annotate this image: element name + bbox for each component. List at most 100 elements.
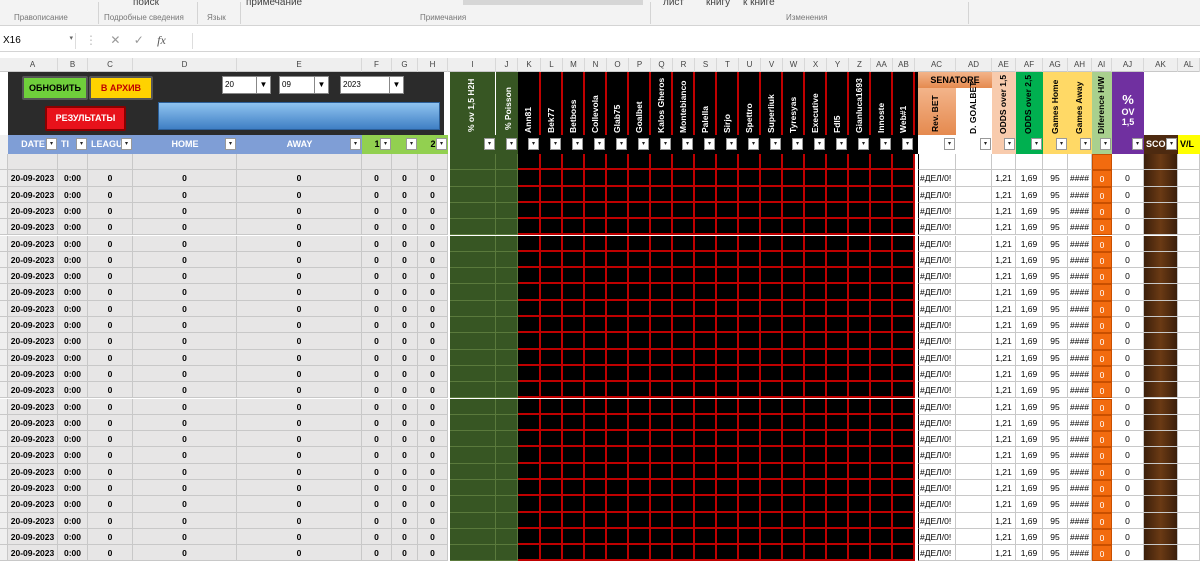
filter-dropdown-icon[interactable]: ▾ (46, 138, 57, 150)
cell-date[interactable] (8, 154, 58, 171)
cell-tipster[interactable] (717, 414, 739, 432)
results-button[interactable]: РЕЗУЛЬТАТЫ (45, 106, 126, 131)
cell-tipster[interactable] (695, 268, 717, 285)
cell-d-goalbet[interactable] (956, 154, 992, 171)
cell-tipster[interactable] (541, 170, 563, 187)
cell-rev-bet[interactable]: #ДЕЛ/0! (918, 202, 956, 220)
cell-games-home[interactable]: 95 (1043, 202, 1068, 220)
chevron-down-icon[interactable]: ▾ (69, 34, 73, 42)
cell-score[interactable] (1144, 251, 1178, 269)
cell-odds25[interactable]: 1,69 (1016, 480, 1043, 497)
cell-pct-ov[interactable]: 0 (1112, 414, 1144, 432)
cell-d-goalbet[interactable] (956, 382, 992, 399)
cell-time[interactable]: 0:00 (58, 545, 88, 562)
cell-tipster[interactable] (871, 186, 893, 203)
cell-poisson[interactable] (496, 251, 518, 269)
cell-games-home[interactable]: 95 (1043, 496, 1068, 513)
cell-tipster[interactable] (893, 186, 915, 203)
cell-away[interactable]: 0 (237, 202, 362, 220)
cell-time[interactable]: 0:00 (58, 414, 88, 432)
cell-away[interactable]: 0 (237, 333, 362, 350)
cell-tipster[interactable] (739, 496, 761, 513)
cell-f[interactable]: 0 (362, 268, 392, 285)
cell-tipster[interactable] (717, 382, 739, 399)
cell-tipster[interactable] (849, 170, 871, 187)
cell-vl[interactable] (1178, 317, 1200, 334)
cell-games-home[interactable]: 95 (1043, 431, 1068, 448)
cell-tipster[interactable] (893, 333, 915, 350)
cell-tipster[interactable] (739, 300, 761, 317)
cell-games-away[interactable]: #### (1068, 512, 1092, 529)
cell-vl[interactable] (1178, 365, 1200, 383)
cell-tipster[interactable] (893, 154, 915, 171)
cell-tipster[interactable] (651, 463, 673, 480)
cell-tipster[interactable] (893, 349, 915, 366)
cell-tipster[interactable] (607, 317, 629, 334)
cell-odds15[interactable]: 1,21 (992, 202, 1016, 220)
cell-tipster[interactable] (871, 317, 893, 334)
row-number[interactable] (0, 317, 8, 334)
cell-odds15[interactable]: 1,21 (992, 398, 1016, 415)
cell-tipster[interactable] (849, 431, 871, 448)
cell-time[interactable]: 0:00 (58, 447, 88, 464)
cell-tipster[interactable] (805, 480, 827, 497)
cell-league[interactable]: 0 (88, 463, 133, 480)
column-letter[interactable]: T (717, 58, 739, 72)
cell-tipster[interactable] (563, 398, 585, 415)
cell-tipster[interactable] (871, 300, 893, 317)
cell-tipster[interactable] (607, 365, 629, 383)
row-number[interactable] (0, 431, 8, 448)
filter-dropdown-icon[interactable]: ▾ (1056, 138, 1067, 150)
cell-league[interactable]: 0 (88, 349, 133, 366)
cell-tipster[interactable] (607, 300, 629, 317)
cell-tipster[interactable] (629, 300, 651, 317)
cell-tipster[interactable] (518, 235, 541, 252)
cell-vl[interactable] (1178, 414, 1200, 432)
cell-tipster[interactable] (541, 349, 563, 366)
cell-f[interactable]: 0 (362, 431, 392, 448)
cell-tipster[interactable] (827, 317, 849, 334)
cell-tipster[interactable] (541, 317, 563, 334)
cell-tipster[interactable] (761, 447, 783, 464)
cell-tipster[interactable] (761, 300, 783, 317)
cell-g[interactable]: 0 (392, 447, 418, 464)
cell-h[interactable]: 0 (418, 219, 448, 236)
cell-rev-bet[interactable]: #ДЕЛ/0! (918, 235, 956, 252)
cell-vl[interactable] (1178, 431, 1200, 448)
cell-games-home[interactable]: 95 (1043, 300, 1068, 317)
cell-tipster[interactable] (871, 414, 893, 432)
cell-tipster[interactable] (871, 268, 893, 285)
column-letter[interactable]: H (418, 58, 448, 72)
cell-odds15[interactable]: 1,21 (992, 170, 1016, 187)
cell-rev-bet[interactable]: #ДЕЛ/0! (918, 398, 956, 415)
cell-tipster[interactable] (629, 528, 651, 546)
cell-tipster[interactable] (783, 284, 805, 301)
cell-tipster[interactable] (629, 365, 651, 383)
cell-tipster[interactable] (673, 431, 695, 448)
cell-tipster[interactable] (739, 382, 761, 399)
row-number[interactable] (0, 300, 8, 317)
cell-d-goalbet[interactable] (956, 268, 992, 285)
cell-tipster[interactable] (518, 447, 541, 464)
cell-d-goalbet[interactable] (956, 496, 992, 513)
cell-diff-hw[interactable]: 0 (1092, 251, 1112, 269)
cell-tipster[interactable] (761, 528, 783, 546)
cell-score[interactable] (1144, 431, 1178, 448)
filter-dropdown-icon[interactable]: ▾ (638, 138, 649, 150)
cell-home[interactable]: 0 (133, 528, 237, 546)
cell-tipster[interactable] (585, 202, 607, 220)
cell-home[interactable]: 0 (133, 447, 237, 464)
cell-tipster[interactable] (518, 528, 541, 546)
cell-tipster[interactable] (585, 268, 607, 285)
cell-tipster[interactable] (783, 431, 805, 448)
cell-games-home[interactable]: 95 (1043, 219, 1068, 236)
cell-poisson[interactable] (496, 268, 518, 285)
cell-tipster[interactable] (805, 170, 827, 187)
cell-tipster[interactable] (739, 170, 761, 187)
cell-tipster[interactable] (629, 382, 651, 399)
cell-tipster[interactable] (805, 268, 827, 285)
cell-odds25[interactable]: 1,69 (1016, 496, 1043, 513)
cell-diff-hw[interactable]: 0 (1092, 300, 1112, 317)
cell-tipster[interactable] (695, 447, 717, 464)
cell-away[interactable]: 0 (237, 284, 362, 301)
